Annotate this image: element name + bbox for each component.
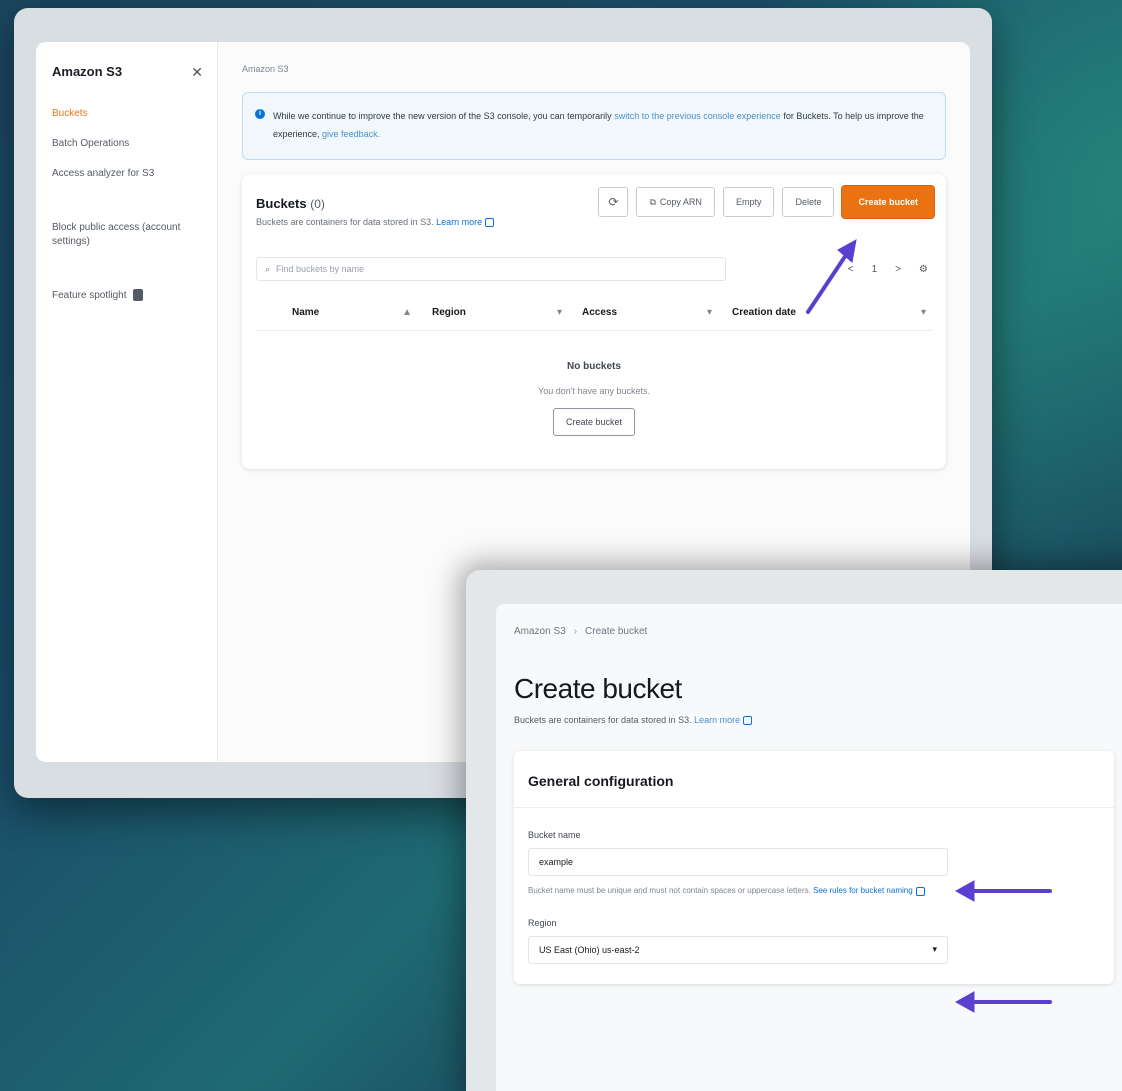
- table-header: Name ▲ Region ▾ Access ▾ Creation date ▾: [256, 307, 932, 332]
- buckets-description-text: Buckets are containers for data stored i…: [256, 217, 434, 227]
- region-label: Region: [528, 917, 557, 928]
- sidebar-title: Amazon S3: [52, 64, 123, 79]
- column-name-label: Name: [292, 307, 320, 319]
- badge-icon: [133, 289, 144, 302]
- bucket-name-hint: Bucket name must be unique and must not …: [528, 886, 1100, 896]
- learn-more-link[interactable]: Learn more: [694, 715, 740, 725]
- delete-button[interactable]: Delete: [782, 187, 835, 217]
- column-access[interactable]: Access ▾: [582, 307, 732, 318]
- gear-icon[interactable]: ⚙: [919, 264, 928, 275]
- sidebar-item-feature-spotlight[interactable]: Feature spotlight: [52, 289, 201, 303]
- column-name[interactable]: Name ▲: [292, 307, 432, 318]
- search-placeholder: Find buckets by name: [276, 264, 365, 275]
- breadcrumb: Amazon S3 › Create bucket: [514, 626, 1122, 637]
- empty-state: No buckets You don't have any buckets. C…: [256, 361, 932, 437]
- sidebar-nav: Buckets Batch Operations Access analyzer…: [52, 107, 201, 181]
- pagination: < 1 > ⚙: [848, 264, 932, 275]
- external-link-icon: [485, 218, 495, 228]
- empty-create-bucket-button[interactable]: Create bucket: [552, 408, 636, 437]
- bucket-naming-rules-link[interactable]: See rules for bucket naming: [813, 886, 913, 895]
- refresh-icon: ⟳: [608, 195, 619, 209]
- sidebar: Amazon S3 ✕ Buckets Batch Operations Acc…: [36, 42, 218, 762]
- create-bucket-content: Amazon S3 › Create bucket Create bucket Bu…: [496, 604, 1122, 1091]
- sidebar-item-buckets[interactable]: Buckets: [52, 107, 201, 121]
- page-description-text: Buckets are containers for data stored i…: [514, 715, 692, 725]
- buckets-description: Buckets are containers for data stored i…: [256, 217, 932, 228]
- sidebar-item-batch-operations[interactable]: Batch Operations: [52, 137, 201, 151]
- copy-arn-label: Copy ARN: [659, 197, 702, 207]
- general-configuration-panel: General configuration Bucket name exampl…: [514, 751, 1114, 984]
- close-icon[interactable]: ✕: [191, 64, 203, 81]
- general-configuration-title: General configuration: [528, 773, 674, 790]
- breadcrumb-separator: ›: [573, 626, 578, 637]
- buckets-title: Buckets: [256, 196, 307, 211]
- empty-state-description: You don't have any buckets.: [538, 386, 650, 397]
- create-bucket-button[interactable]: Create bucket: [842, 186, 934, 218]
- empty-state-title: No buckets: [567, 361, 621, 373]
- learn-more-link[interactable]: Learn more: [436, 217, 482, 227]
- page-title: Create bucket: [514, 673, 682, 704]
- divider: [514, 807, 1114, 809]
- page-number[interactable]: 1: [872, 264, 878, 275]
- column-creation-date[interactable]: Creation date ▾: [732, 307, 926, 318]
- copy-arn-button[interactable]: ⧉ Copy ARN: [636, 187, 715, 217]
- column-access-label: Access: [582, 307, 618, 319]
- buckets-actions: ⟳ ⧉ Copy ARN Empty Delete Create bucket: [598, 186, 934, 218]
- breadcrumb-create-bucket: Create bucket: [585, 626, 648, 637]
- search-row: ⌕ Find buckets by name < 1 > ⚙: [256, 257, 932, 282]
- region-value: US East (Ohio) us-east-2: [539, 944, 640, 955]
- copy-icon: ⧉: [649, 196, 656, 207]
- column-region[interactable]: Region ▾: [432, 307, 582, 318]
- info-banner-text: While we continue to improve the new ver…: [273, 111, 612, 121]
- refresh-button[interactable]: ⟳: [598, 187, 629, 217]
- feature-spotlight-label: Feature spotlight: [52, 290, 127, 301]
- sort-icon: ▾: [706, 307, 712, 319]
- column-creation-date-label: Creation date: [732, 307, 796, 319]
- chevron-down-icon: ▾: [932, 944, 937, 955]
- search-input[interactable]: ⌕ Find buckets by name: [256, 257, 726, 282]
- info-banner: i While we continue to improve the new v…: [242, 92, 946, 160]
- page-description: Buckets are containers for data stored i…: [514, 715, 1122, 726]
- info-icon: i: [255, 109, 265, 119]
- column-region-label: Region: [432, 307, 466, 319]
- next-page-button[interactable]: >: [895, 264, 901, 275]
- sort-icon: ▾: [920, 307, 926, 319]
- buckets-panel: Buckets (0) Buckets are containers for d…: [242, 174, 946, 469]
- switch-console-link[interactable]: switch to the previous console experienc…: [614, 111, 781, 121]
- buckets-count: (0): [310, 197, 325, 211]
- sidebar-item-access-analyzer[interactable]: Access analyzer for S3: [52, 167, 201, 181]
- bucket-name-hint-text: Bucket name must be unique and must not …: [528, 886, 811, 896]
- bucket-name-input[interactable]: example: [528, 848, 948, 877]
- breadcrumb[interactable]: Amazon S3: [242, 64, 946, 74]
- search-icon: ⌕: [265, 263, 271, 274]
- sort-icon: ▾: [556, 307, 562, 319]
- empty-button[interactable]: Empty: [722, 187, 775, 217]
- breadcrumb-amazon-s3[interactable]: Amazon S3: [514, 626, 566, 637]
- region-select[interactable]: US East (Ohio) us-east-2 ▾: [528, 935, 948, 964]
- prev-page-button[interactable]: <: [848, 264, 854, 275]
- external-link-icon: [915, 886, 925, 896]
- sort-icon: ▲: [402, 307, 412, 319]
- external-link-icon: [743, 716, 753, 726]
- sidebar-item-block-public-access[interactable]: Block public access (account settings): [52, 221, 201, 249]
- bucket-name-label: Bucket name: [528, 830, 581, 841]
- create-bucket-window: Amazon S3 › Create bucket Create bucket Bu…: [466, 570, 1122, 1091]
- give-feedback-link[interactable]: give feedback.: [322, 129, 380, 139]
